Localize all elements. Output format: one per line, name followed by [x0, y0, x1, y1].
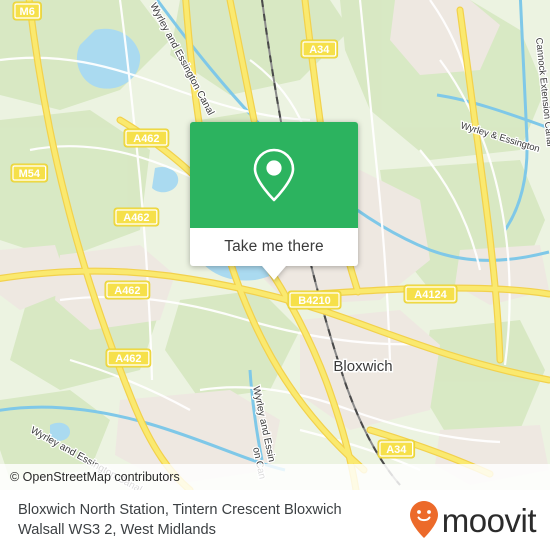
svg-text:A462: A462 — [114, 285, 140, 297]
footer-bar: Bloxwich North Station, Tintern Crescent… — [0, 490, 550, 550]
road-shield-m6: M6 — [12, 1, 42, 21]
moovit-wordmark: moovit — [441, 501, 537, 539]
svg-text:M6: M6 — [20, 6, 35, 18]
svg-text:B4210: B4210 — [298, 295, 330, 307]
svg-text:A462: A462 — [115, 353, 141, 365]
address-line-1: Bloxwich North Station, Tintern Crescent… — [18, 502, 342, 518]
callout-image-area — [190, 122, 358, 228]
svg-text:M54: M54 — [19, 168, 41, 180]
map-attribution-bar: © OpenStreetMap contributors — [0, 464, 550, 490]
place-label: Bloxwich — [333, 358, 392, 375]
road-shield-a462: A462 — [105, 348, 152, 368]
moovit-pin-smiley-icon — [409, 501, 438, 538]
take-me-there-label: Take me there — [224, 238, 324, 255]
map-callout-popup[interactable]: Take me there — [190, 122, 358, 280]
address-block: Bloxwich North Station, Tintern Crescent… — [0, 500, 342, 540]
road-shield-a462: A462 — [113, 207, 160, 227]
road-shield-a34: A34 — [377, 439, 416, 459]
svg-text:A4124: A4124 — [414, 289, 447, 301]
map-pin-icon — [253, 148, 295, 202]
road-shield-a462: A462 — [123, 128, 170, 148]
moovit-logo[interactable]: moovit — [409, 500, 550, 540]
map-place-labels: Bloxwich — [332, 357, 394, 377]
svg-text:A462: A462 — [133, 133, 159, 145]
road-shield-a34: A34 — [300, 39, 339, 59]
road-shield-a462: A462 — [104, 280, 151, 300]
take-me-there-button[interactable]: Take me there — [190, 228, 358, 266]
svg-text:A34: A34 — [309, 44, 330, 56]
road-shield-b4210: B4210 — [287, 290, 342, 310]
svg-text:A462: A462 — [123, 212, 149, 224]
address-line-2: Walsall WS3 2, West Midlands — [18, 522, 216, 538]
osm-attribution-text: © OpenStreetMap contributors — [10, 470, 180, 484]
road-shield-m54: M54 — [10, 163, 49, 183]
road-shield-a4124: A4124 — [403, 284, 458, 304]
callout-pointer-tail — [262, 266, 286, 280]
moovit-map-screenshot: Wyrley and Essington Canal Cannock Extens… — [0, 0, 550, 550]
svg-text:A34: A34 — [386, 444, 407, 456]
